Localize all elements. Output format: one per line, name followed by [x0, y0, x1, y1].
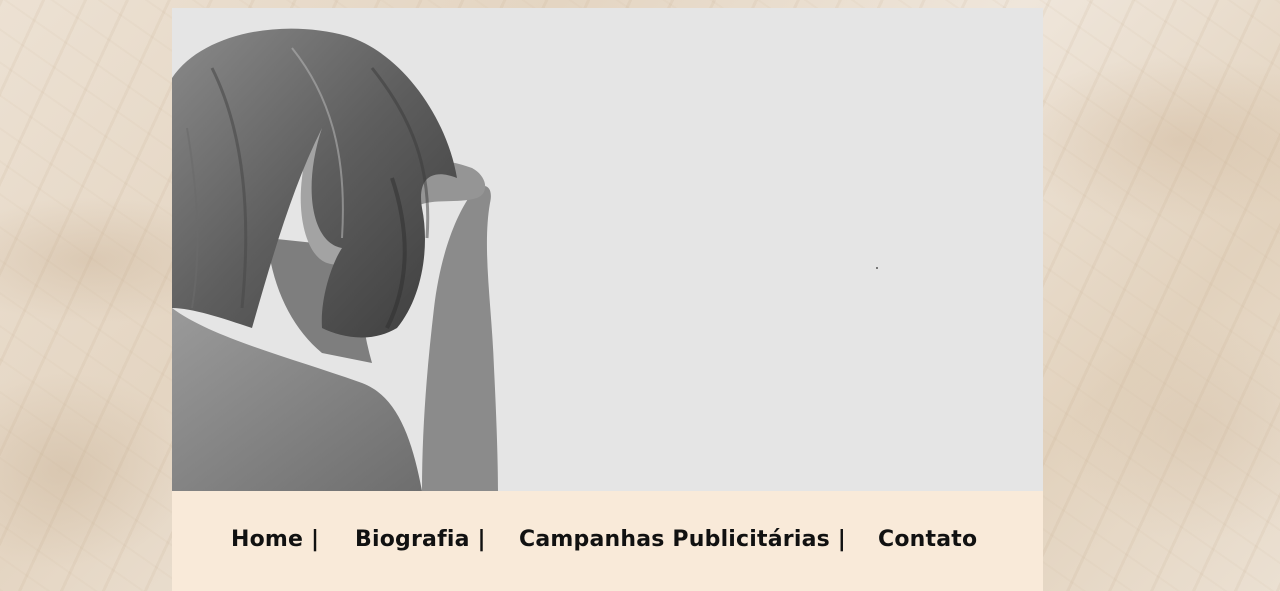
- hero-banner: [172, 8, 1043, 491]
- nav-home-link[interactable]: Home |: [231, 527, 319, 552]
- hero-dot: [876, 267, 878, 269]
- page-container: Home | Biografia | Campanhas Publicitári…: [172, 8, 1043, 591]
- main-navigation: Home | Biografia | Campanhas Publicitári…: [172, 491, 1043, 591]
- nav-campanhas-link[interactable]: Campanhas Publicitárias |: [519, 527, 846, 552]
- portrait-photo: [172, 28, 498, 491]
- nav-biografia-link[interactable]: Biografia |: [355, 527, 486, 552]
- nav-contato-link[interactable]: Contato: [878, 527, 977, 552]
